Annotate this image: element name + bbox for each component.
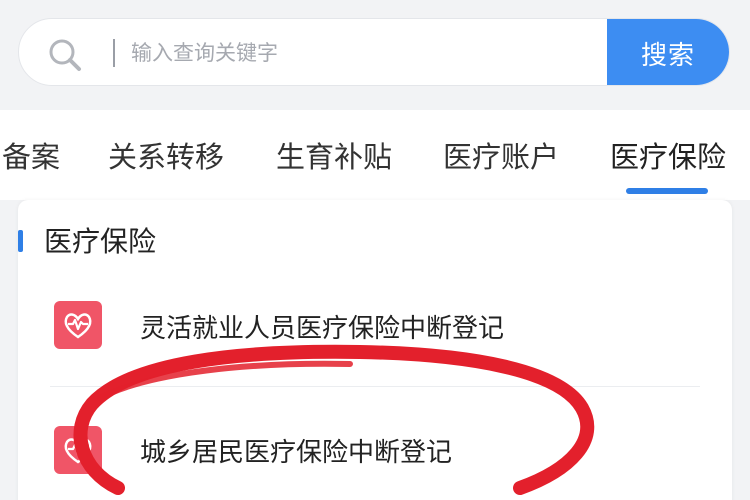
list-item-urban-rural-residents[interactable]: 城乡居民医疗保险中断登记 xyxy=(18,396,732,500)
heart-pulse-icon xyxy=(54,426,102,474)
search-button[interactable]: 搜索 xyxy=(607,19,729,85)
tab-medical-insurance[interactable]: 医疗保险 xyxy=(610,134,726,176)
list-divider xyxy=(50,386,700,387)
list-item-label: 灵活就业人员医疗保险中断登记 xyxy=(140,314,505,344)
search-icon[interactable] xyxy=(45,35,85,75)
tab-relation-transfer[interactable]: 关系转移 xyxy=(108,134,224,176)
heart-pulse-icon xyxy=(54,301,102,349)
search-area: 搜索 xyxy=(0,0,750,110)
tab-maternity-subsidy[interactable]: 生育补贴 xyxy=(276,134,392,176)
tab-medical-account[interactable]: 医疗账户 xyxy=(443,134,559,176)
tab-bar: 备案 关系转移 生育补贴 医疗账户 医疗保险 xyxy=(0,110,750,200)
search-input[interactable] xyxy=(131,29,601,77)
section-title: 医疗保险 xyxy=(44,225,157,258)
tab-filing[interactable]: 备案 xyxy=(2,134,60,176)
search-divider xyxy=(113,39,115,67)
list-item-flexible-employment[interactable]: 灵活就业人员医疗保险中断登记 xyxy=(18,270,732,380)
services-card: 医疗保险 灵活就业人员医疗保险中断登记 城乡居民医疗保险中断登记 xyxy=(18,200,732,500)
section-accent-bar xyxy=(18,230,23,252)
active-tab-indicator xyxy=(626,188,708,194)
search-box[interactable]: 搜索 xyxy=(18,18,730,86)
list-item-label: 城乡居民医疗保险中断登记 xyxy=(140,438,453,468)
